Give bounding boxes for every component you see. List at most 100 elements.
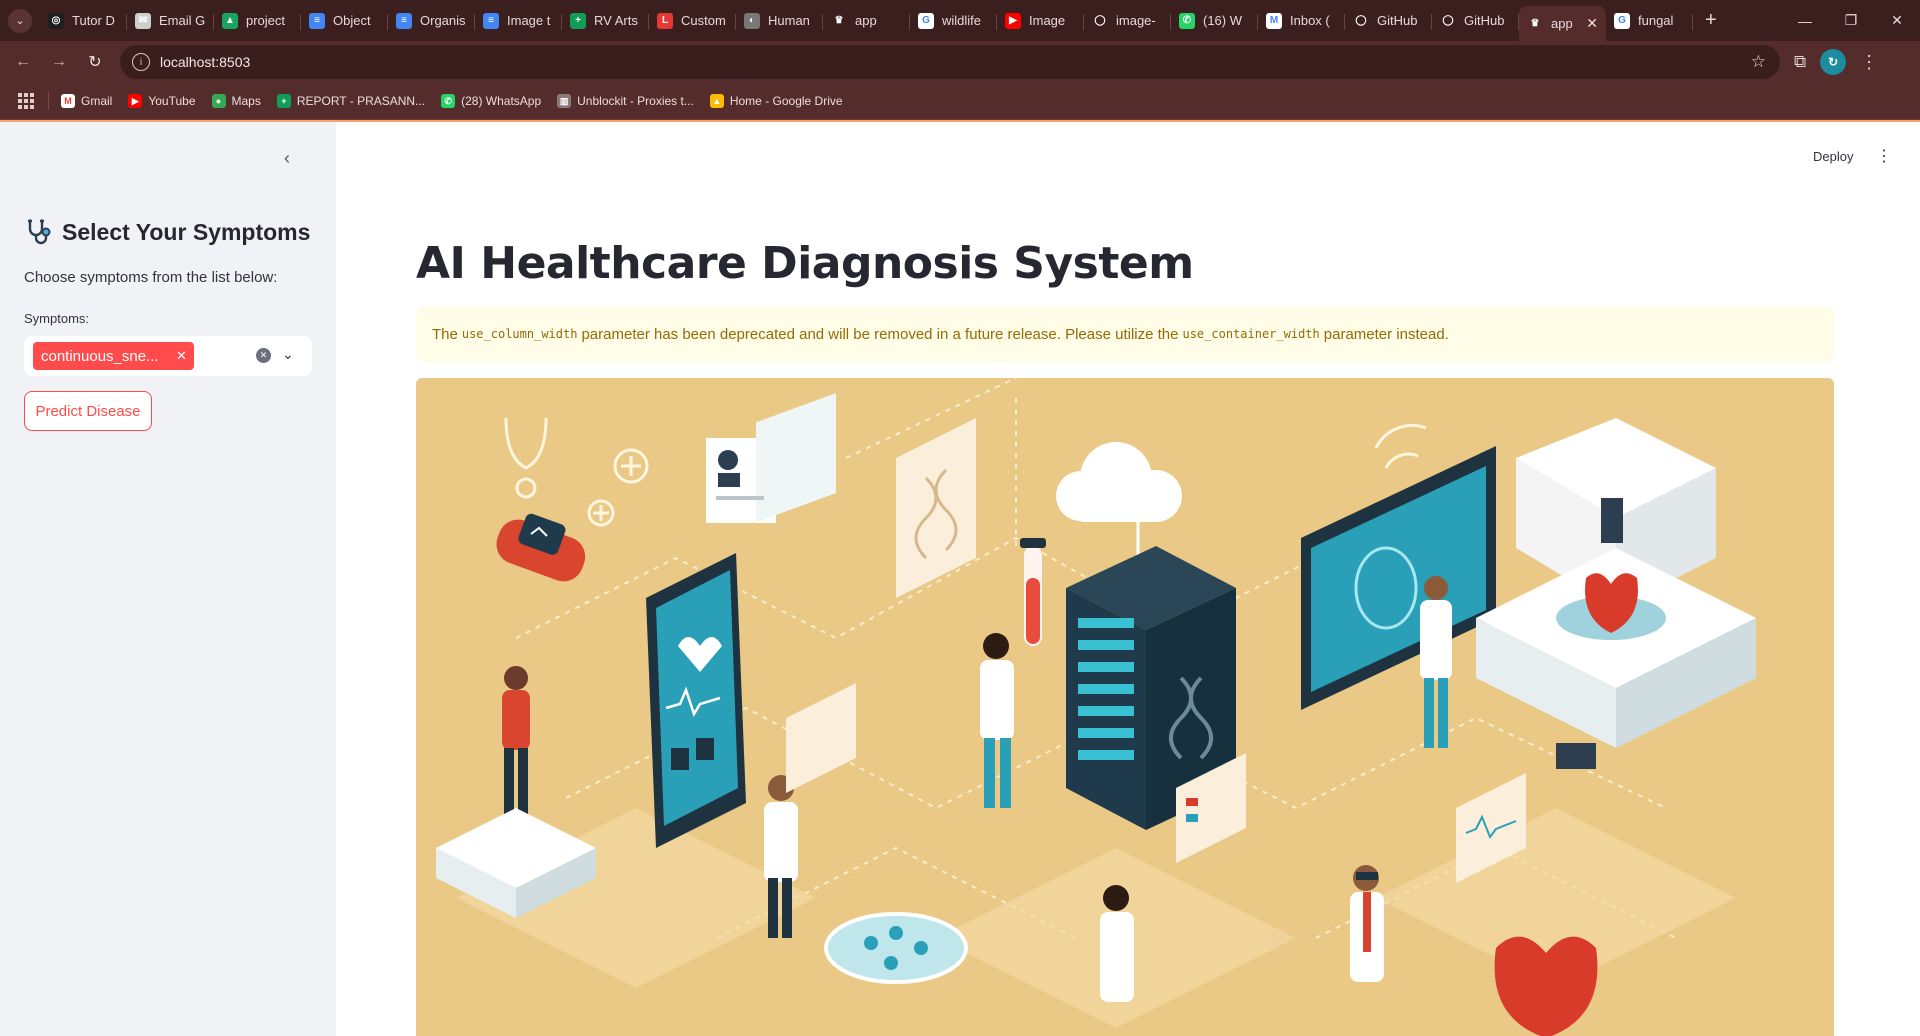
profile-avatar[interactable]: ↻ [1820,49,1847,75]
tab-title: Image [1029,13,1066,28]
restore-icon[interactable]: ❐ [1828,0,1874,41]
forward-icon[interactable]: → [42,45,76,79]
bookmark-star-icon[interactable]: ☆ [1751,52,1766,72]
tab-title: Email G [159,13,206,28]
tab-title: Object [333,13,371,28]
warning-text-3: parameter instead. [1323,325,1449,343]
symptoms-multiselect[interactable]: continuous_sne... ✕ ✕ ⌄ [24,336,312,376]
bookmark-item[interactable]: ✆ (28) WhatsApp [441,94,541,108]
google-icon: G [1614,12,1630,29]
healthcare-illustration [416,378,1834,1036]
browser-tab[interactable]: ≡ Organis [388,5,475,37]
browser-tab[interactable]: Gfungal [1606,5,1693,37]
browser-tab[interactable]: Gwildlife [910,5,997,37]
close-tab-icon[interactable]: ✕ [1586,15,1598,32]
maps-icon: ● [211,94,226,108]
gmail-icon: M [1266,12,1282,29]
tab-title: Tutor D [72,13,115,28]
unblockit-icon: ▥ [557,94,572,108]
tab-title: fungal [1638,13,1674,28]
browser-tab[interactable]: ≡ Object [301,5,388,37]
warning-text-2: parameter has been deprecated and will b… [581,325,1179,343]
bookmark-label: Gmail [81,94,113,108]
selected-symptom-text: continuous_sne... [41,347,159,365]
drive-icon: ▲ [709,94,724,108]
sidebar: ‹ Select Your Symptoms Choose symptoms f… [0,122,336,1036]
youtube-icon: ▶ [1005,12,1021,29]
reload-icon[interactable]: ↻ [78,45,112,79]
deploy-button[interactable]: Deploy [1813,149,1853,164]
deprecation-warning: The use_column_width parameter has been … [416,306,1834,362]
tab-title: image- [1116,13,1156,28]
browser-tab[interactable]: ◯ image- [1084,5,1171,37]
warning-code-2: use_container_width [1182,327,1320,341]
bookmark-label: (28) WhatsApp [461,94,542,108]
clear-all-icon[interactable]: ✕ [256,348,271,363]
bookmarks-bar: M Gmail ▶ YouTube ● Maps + REPORT - PRASANN... ✆… [0,83,1920,120]
minimize-icon[interactable]: — [1782,0,1828,41]
browser-tab[interactable]: + RV Arts [562,5,649,37]
bookmark-item[interactable]: + REPORT - PRASANN... [276,94,425,108]
apps-grid-icon[interactable] [18,93,34,109]
page-title: AI Healthcare Diagnosis System [416,238,1194,289]
collapse-sidebar-icon[interactable]: ‹ [284,148,290,169]
close-window-icon[interactable]: ✕ [1874,0,1920,41]
back-icon[interactable]: ← [6,45,40,79]
browser-tab[interactable]: L Custom [649,5,736,37]
bookmark-list: M Gmail ▶ YouTube ● Maps + REPORT - PRASANN... ✆… [61,94,859,108]
sheets-icon: + [570,12,586,29]
url-text[interactable]: localhost:8503 [160,54,1751,70]
whatsapp-icon: ✆ [1179,12,1195,29]
tab-title: project [246,13,286,28]
docs-icon: ≡ [483,12,499,29]
browser-tab[interactable]: ≡ Image t [475,5,562,37]
browser-tab[interactable]: ◐ Human [736,5,823,37]
bookmark-item[interactable]: M Gmail [61,94,112,108]
browser-menu-icon[interactable]: ⋮ [1860,52,1878,73]
bookmark-item[interactable]: ● Maps [211,94,261,108]
bookmark-item[interactable]: ▶ YouTube [128,94,196,108]
browser-tab[interactable]: ✆ (16) W [1171,5,1258,37]
symptoms-label: Symptoms: [24,311,90,326]
browser-tab[interactable]: ▶ Image [997,5,1084,37]
streamlit-icon: ♛ [1527,15,1543,32]
tab-title: Inbox ( [1290,13,1330,28]
address-bar[interactable]: i localhost:8503 ☆ [120,45,1780,79]
3d-printer-icon [1476,418,1756,769]
github-icon: ◯ [1353,12,1369,29]
sidebar-instructions: Choose symptoms from the list below: [24,269,278,286]
browser-tab[interactable]: ▲ project [214,5,301,37]
tab-title: app [1551,16,1573,31]
tab-search-icon[interactable]: ⌄ [8,8,32,33]
sidebar-title: Select Your Symptoms [62,218,311,245]
tab-title: wildlife [942,13,982,28]
bookmark-label: Maps [231,94,261,108]
tab-title: RV Arts [594,13,638,28]
browser-tab[interactable]: ◎ Tutor D [40,5,127,37]
site-info-icon[interactable]: i [132,53,150,71]
smartwatch-icon [496,513,586,582]
phone-heart-icon [646,553,746,848]
tab-title: app [855,13,877,28]
tab-title: GitHub [1464,13,1505,28]
browser-tab[interactable]: M Inbox ( [1258,5,1345,37]
app-menu-icon[interactable]: ⋮ [1876,146,1892,166]
extensions-icon[interactable]: ⧉ [1794,52,1806,72]
predict-disease-button[interactable]: Predict Disease [24,391,152,431]
bookmark-item[interactable]: ▥ Unblockit - Proxies t... [557,94,694,108]
new-tab-icon[interactable]: + [1705,9,1717,32]
streamlit-icon: ♛ [831,12,847,29]
chevron-down-icon[interactable]: ⌄ [282,346,294,363]
remove-chip-icon[interactable]: ✕ [176,348,194,364]
tab-title: Custom [681,13,726,28]
illustration-svg [436,378,1756,1036]
browser-tab[interactable]: ◯ GitHub [1432,5,1519,37]
browser-tab[interactable]: ◯ GitHub [1345,5,1432,37]
browser-tab[interactable]: ✉ Email G [127,5,214,37]
browser-tab[interactable]: ♛ app [823,5,910,37]
bookmark-item[interactable]: ▲ Home - Google Drive [709,94,843,108]
tab-title: Organis [420,13,466,28]
browser-tab[interactable]: ♛ app ✕ [1519,6,1606,41]
l-icon: L [657,12,673,29]
docs-icon: ≡ [309,12,325,29]
